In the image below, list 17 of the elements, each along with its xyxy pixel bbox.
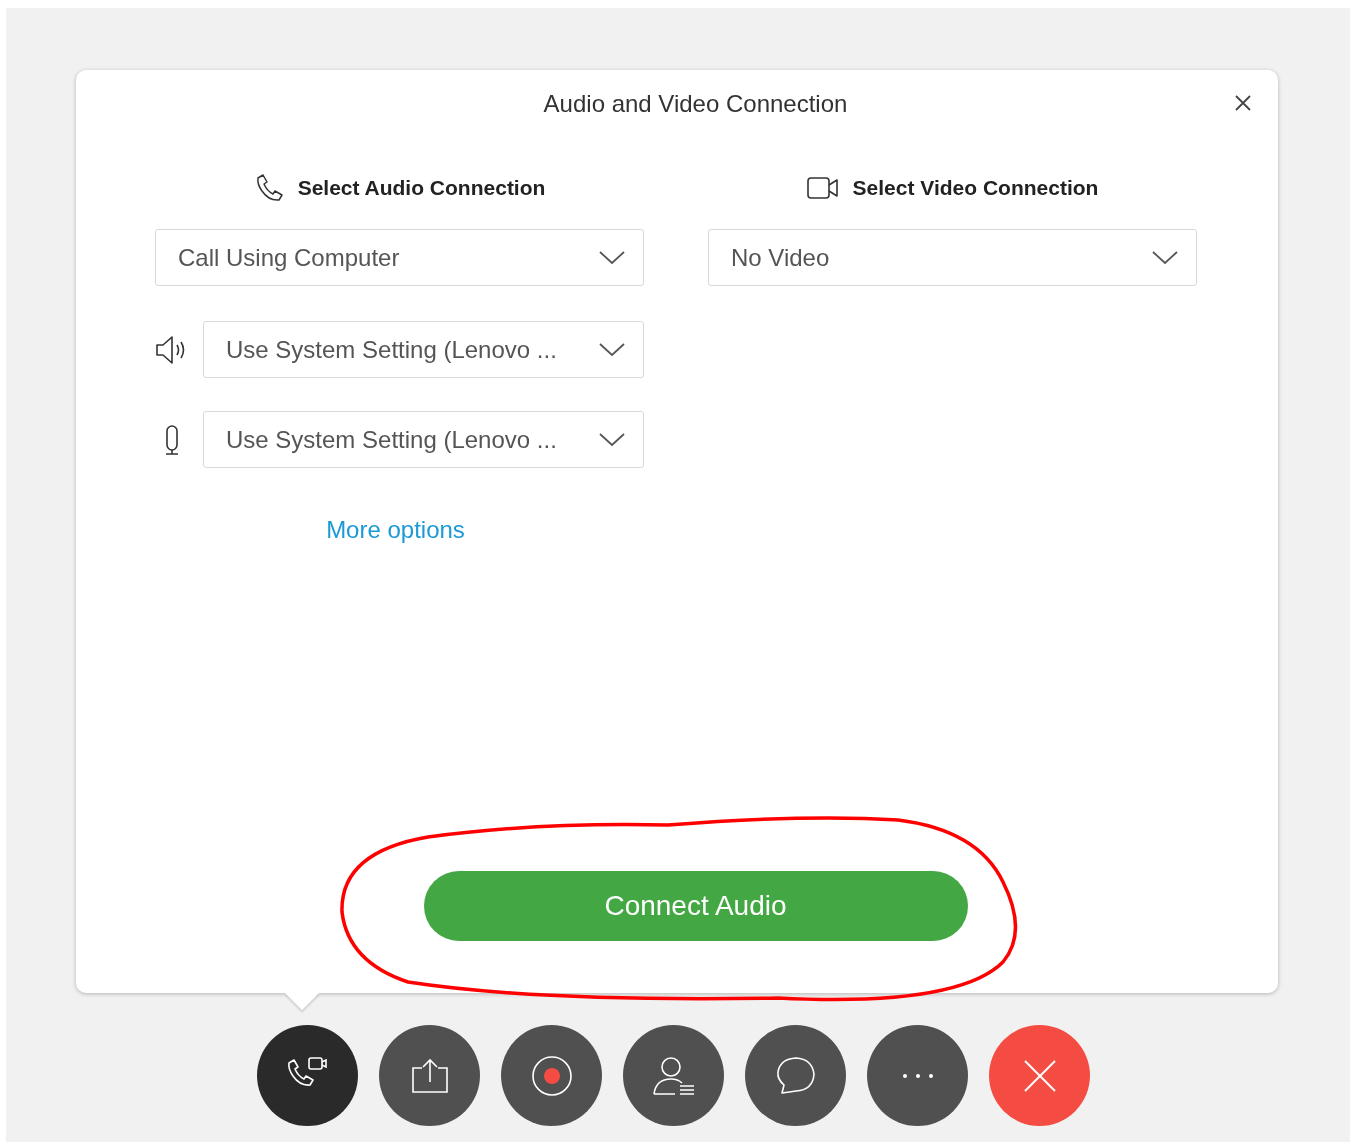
section-heading: Select Audio Connection [297,176,546,200]
close-icon [1234,94,1252,112]
close-icon [1022,1058,1057,1093]
video-dropdown[interactable]: No Video [708,229,1197,286]
audio-dropdown[interactable]: Call Using Computer [155,229,644,286]
chevron-icon [599,432,625,447]
microphone-dropdown[interactable]: Use System Setting (Lenovo ... [203,411,644,468]
chevron-icon [599,250,625,265]
record-icon [530,1054,573,1097]
section-heading: Select Video Connection [852,176,1099,200]
more-icon [901,1072,934,1079]
chevron-icon [599,342,625,357]
dialog-title: Audio and Video Connection [542,90,849,118]
person-list-icon [650,1054,697,1097]
video-camera-icon [806,176,839,200]
chevron-icon [1152,250,1178,265]
speaker-dropdown[interactable]: Use System Setting (Lenovo ... [203,321,644,378]
